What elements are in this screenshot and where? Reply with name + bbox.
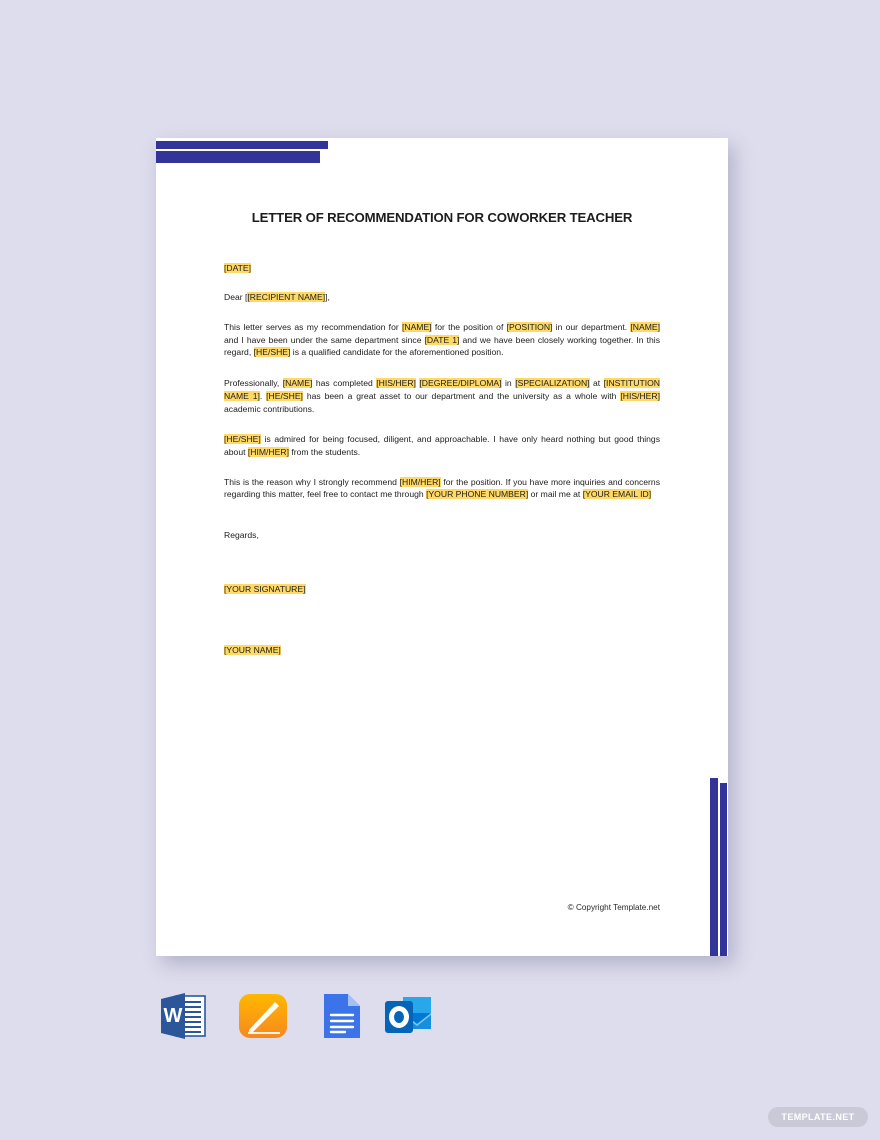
apple-pages-icon[interactable] — [235, 988, 291, 1044]
letter-body: LETTER OF RECOMMENDATION FOR COWORKER TE… — [224, 138, 661, 657]
admired-text-2: from the students. — [288, 446, 361, 457]
date-line: [DATE] — [224, 262, 660, 275]
himher-placeholder-1: [HIM/HER] — [247, 446, 289, 457]
hisher-placeholder-1: [HIS/HER] — [376, 378, 416, 389]
date-placeholder: [DATE] — [224, 262, 252, 273]
specialization-placeholder: [SPECIALIZATION] — [515, 378, 590, 389]
reason-text-3: or mail me at — [528, 489, 583, 500]
microsoft-outlook-icon[interactable] — [381, 988, 437, 1044]
intro-text-3: in our department. — [552, 321, 631, 332]
degree-placeholder: [DEGREE/DIPLOMA] — [419, 378, 502, 389]
prof-text-4: in — [501, 378, 516, 389]
prof-text-1: Professionally, — [224, 378, 283, 389]
footer-accent-bar-outer — [720, 783, 727, 956]
phone-placeholder: [YOUR PHONE NUMBER] — [426, 489, 529, 500]
salutation-suffix: , — [327, 292, 330, 303]
document-page: LETTER OF RECOMMENDATION FOR COWORKER TE… — [156, 138, 728, 956]
document-title: LETTER OF RECOMMENDATION FOR COWORKER TE… — [251, 210, 633, 225]
footer-accent-bar-inner — [710, 778, 718, 956]
heshe-placeholder-3: [HE/SHE] — [224, 434, 261, 445]
copyright-notice: © Copyright Template.net — [567, 903, 660, 912]
email-placeholder: [YOUR EMAIL ID] — [582, 489, 652, 500]
name-placeholder-2: [NAME] — [630, 321, 661, 332]
heshe-placeholder-2: [HE/SHE] — [266, 390, 303, 401]
reason-text-1: This is the reason why I strongly recomm… — [224, 476, 400, 487]
paragraph-professional: Professionally, [NAME] has completed [HI… — [224, 377, 661, 415]
paragraph-reason: This is the reason why I strongly recomm… — [224, 476, 660, 501]
screenshot-canvas: LETTER OF RECOMMENDATION FOR COWORKER TE… — [0, 0, 880, 1140]
intro-text-2: for the position of — [431, 321, 507, 332]
svg-text:W: W — [164, 1005, 183, 1027]
date1-placeholder: [DATE 1] — [424, 334, 460, 345]
signature-placeholder: [YOUR SIGNATURE] — [224, 583, 306, 594]
google-docs-icon[interactable] — [312, 988, 368, 1044]
himher-placeholder-2: [HIM/HER] — [399, 476, 441, 487]
closing-regards: Regards, — [224, 530, 259, 541]
prof-text-7: has been a great asset to our department… — [302, 390, 621, 401]
paragraph-intro: This letter serves as my recommendation … — [224, 321, 661, 359]
prof-text-8: academic contributions. — [224, 403, 315, 414]
intro-text-4: and I have been under the same departmen… — [224, 334, 425, 345]
prof-text-2: has completed — [312, 378, 377, 389]
hisher-placeholder-2: [HIS/HER] — [620, 390, 660, 401]
salutation-prefix: Dear — [224, 292, 246, 303]
sender-name-line: [YOUR NAME] — [224, 644, 660, 657]
intro-text-1: This letter serves as my recommendation … — [224, 321, 402, 332]
template-net-watermark-badge[interactable]: TEMPLATE.NET — [768, 1107, 868, 1127]
position-placeholder: [POSITION] — [506, 321, 553, 332]
prof-text-5: at — [589, 378, 604, 389]
heshe-placeholder-1: [HE/SHE] — [253, 347, 291, 358]
file-format-icon-row: W — [155, 988, 455, 1050]
microsoft-word-icon[interactable]: W — [155, 988, 211, 1044]
recipient-name-placeholder: [RECIPIENT NAME] — [247, 292, 326, 303]
name-placeholder-3: [NAME] — [282, 378, 313, 389]
name-placeholder-1: [NAME] — [401, 321, 432, 332]
paragraph-admired: [HE/SHE] is admired for being focused, d… — [224, 433, 660, 458]
your-name-placeholder: [YOUR NAME] — [224, 644, 281, 655]
intro-text-6: is a qualified candidate for the aforeme… — [290, 347, 504, 358]
signature-line: [YOUR SIGNATURE] — [224, 583, 660, 596]
salutation-line: Dear [[RECIPIENT NAME]], — [224, 292, 330, 303]
